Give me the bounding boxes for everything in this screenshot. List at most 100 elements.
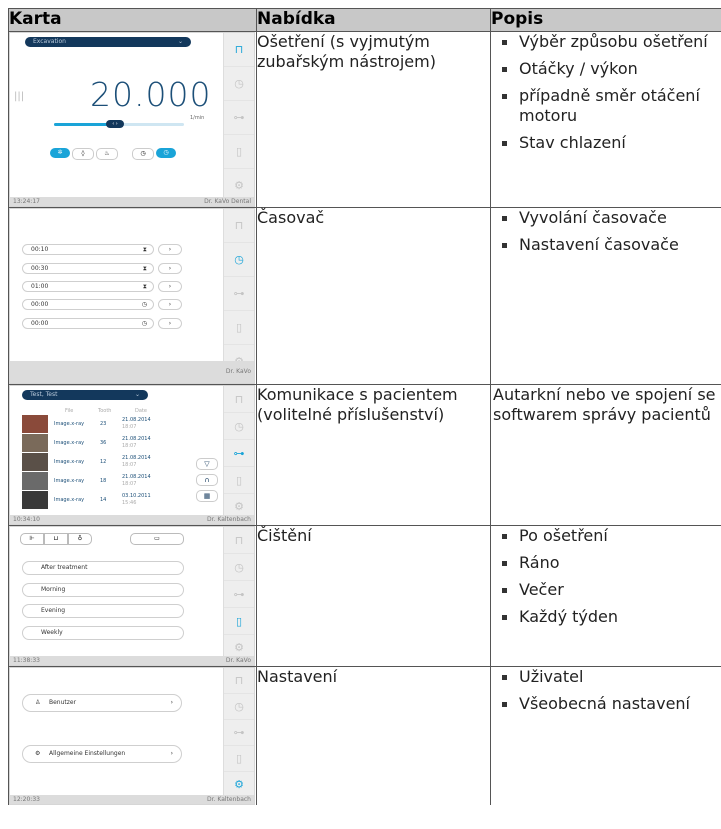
cleaning-program-item[interactable]: Morning (22, 583, 184, 597)
filter-button[interactable]: ▽ (196, 458, 218, 470)
file-row[interactable]: Image.x-ray 18 21.08.2014 18:07 (22, 472, 172, 490)
users-button[interactable]: ♙ Benutzer › (22, 694, 182, 712)
grid-button[interactable]: ▦ (196, 490, 218, 502)
cup-button[interactable]: ⊔ (44, 533, 68, 545)
xray-thumbnail (22, 415, 48, 433)
speed-slider[interactable]: ‹ › (54, 120, 184, 128)
treatment-dropdown[interactable]: Excavation ⌄ (25, 37, 191, 47)
header-karta: Karta (8, 8, 257, 32)
file-date: 21.08.2014 (122, 455, 151, 461)
cleaning-screen: ⊩ ⊔ ♁ ▭ After treatment Morning Evening … (9, 526, 255, 666)
status-bar: 11:38:33 Dr. KaVo (10, 656, 254, 665)
key-icon[interactable]: ⊶ (224, 581, 254, 608)
cleaning-icon[interactable]: ▯ (224, 746, 254, 772)
table-row: ⊩ ⊔ ♁ ▭ After treatment Morning Evening … (8, 525, 721, 667)
desc-cell: Uživatel Všeobecná nastavení (490, 666, 721, 805)
xray-thumbnail (22, 453, 48, 471)
desc-item: Vyvolání časovače (502, 208, 721, 228)
coolant-button[interactable]: ✲ (50, 148, 70, 158)
timer-start-button[interactable]: › (158, 281, 182, 292)
cleaning-program-item[interactable]: Weekly (22, 626, 184, 640)
timer-entry[interactable]: 00:00 ◷ (22, 299, 154, 310)
status-bar: 12:20:33 Dr. Kaltenbach (10, 795, 254, 804)
chevron-down-icon: ⌄ (134, 391, 140, 398)
tooth-icon[interactable]: ⊓ (224, 209, 254, 243)
timer-start-button[interactable]: › (158, 299, 182, 310)
file-tooth: 36 (100, 440, 107, 446)
chevron-down-icon: ⌄ (177, 38, 183, 45)
cleaning-program-item[interactable]: Evening (22, 604, 184, 618)
spittoon-button[interactable]: ♁ (68, 533, 92, 545)
cleaning-icon[interactable]: ▯ (224, 608, 254, 635)
timer-entry[interactable]: 00:30 ⧗ (22, 263, 154, 274)
handpiece-button[interactable]: ⊩ (20, 533, 44, 545)
file-date: 21.08.2014 (122, 474, 151, 480)
key-icon[interactable]: ⊶ (224, 101, 254, 135)
drop-icon[interactable]: ◊ (72, 148, 94, 160)
tooth-icon[interactable]: ⊓ (224, 527, 254, 554)
slider-handle[interactable]: ‹ › (106, 120, 124, 128)
spray-icon[interactable]: ♨ (96, 148, 118, 160)
side-nav: ⊓ ◷ ⊶ ▯ ⚙ (223, 209, 254, 379)
headset-button[interactable]: ∩ (196, 474, 218, 486)
settings-screen: ♙ Benutzer › ⚙ Allgemeine Einstellungen … (9, 667, 255, 805)
file-row[interactable]: Image.x-ray 36 21.08.2014 18:07 (22, 434, 172, 452)
tooth-icon[interactable]: ⊓ (224, 668, 254, 694)
file-name: Image.x-ray (54, 478, 85, 484)
cleaning-icon[interactable]: ▯ (224, 135, 254, 169)
table-row: Test, Test ⌄ File Tooth Date Image.x-ray… (8, 384, 721, 526)
file-column-header: File (65, 408, 74, 414)
card-cell: 00:10 ⧗ › 00:30 ⧗ › 01:00 ⧗ › 00:00 ◷ › 00:0… (8, 207, 257, 385)
header-nabidka: Nabídka (256, 8, 491, 32)
file-tooth: 14 (100, 497, 107, 503)
desc-cell: Výběr způsobu ošetření Otáčky / výkon př… (490, 31, 721, 208)
general-settings-button[interactable]: ⚙ Allgemeine Einstellungen › (22, 745, 182, 763)
treatment-buttons: ✲ ◊ ♨ ◷ ◷ (50, 148, 176, 160)
key-icon[interactable]: ⊶ (224, 440, 254, 467)
desc-item: Otáčky / výkon (502, 59, 721, 79)
table-row: ♙ Benutzer › ⚙ Allgemeine Einstellungen … (8, 666, 721, 805)
side-nav: ⊓ ◷ ⊶ ▯ ⚙ (223, 386, 254, 520)
timer-icon[interactable]: ◷ (224, 243, 254, 277)
direction-right-button[interactable]: ◷ (156, 148, 176, 158)
hourglass-icon: ⧗ (142, 246, 147, 253)
desc-item: Výběr způsobu ošetření (502, 32, 721, 52)
gear-icon: ⚙ (35, 750, 41, 757)
file-row[interactable]: Image.x-ray 12 21.08.2014 18:07 (22, 453, 172, 471)
file-row[interactable]: Image.x-ray 14 03.10.2011 15:46 (22, 491, 172, 509)
direction-left-button[interactable]: ◷ (132, 148, 154, 160)
cleaning-tool-button[interactable]: ▭ (130, 533, 184, 545)
timer-icon[interactable]: ◷ (224, 67, 254, 101)
header-popis: Popis (490, 8, 721, 32)
file-row[interactable]: Image.x-ray 23 21.08.2014 18:07 (22, 415, 172, 433)
timer-icon[interactable]: ◷ (224, 554, 254, 581)
timer-start-button[interactable]: › (158, 318, 182, 329)
cleaning-program-item[interactable]: After treatment (22, 561, 184, 575)
cleaning-mode-buttons: ⊩ ⊔ ♁ (20, 533, 92, 545)
chevron-right-icon: › (170, 750, 173, 757)
tooth-column-header: Tooth (98, 408, 112, 414)
timer-entry[interactable]: 00:00 ◷ (22, 318, 154, 329)
timer-icon[interactable]: ◷ (224, 413, 254, 440)
file-name: Image.x-ray (54, 497, 85, 503)
cleaning-icon[interactable]: ▯ (224, 311, 254, 345)
hourglass-icon: ⧗ (142, 265, 147, 272)
xray-thumbnail (22, 472, 48, 490)
card-cell: Test, Test ⌄ File Tooth Date Image.x-ray… (8, 384, 257, 526)
patient-dropdown[interactable]: Test, Test ⌄ (22, 390, 148, 400)
chevron-right-icon: › (170, 699, 173, 706)
timer-start-button[interactable]: › (158, 263, 182, 274)
key-icon[interactable]: ⊶ (224, 720, 254, 746)
status-bar: Dr. KaVo (10, 361, 254, 383)
tooth-icon[interactable]: ⊓ (224, 33, 254, 67)
cleaning-icon[interactable]: ▯ (224, 467, 254, 494)
timer-entry[interactable]: 00:10 ⧗ (22, 244, 154, 255)
timer-icon[interactable]: ◷ (224, 694, 254, 720)
key-icon[interactable]: ⊶ (224, 277, 254, 311)
instruction-table: Karta Nabídka Popis Excavation ⌄ ||| 20.… (8, 8, 721, 805)
file-time: 18:07 (122, 443, 137, 449)
timer-start-button[interactable]: › (158, 244, 182, 255)
drag-handle-icon[interactable]: ||| (14, 91, 24, 102)
tooth-icon[interactable]: ⊓ (224, 386, 254, 413)
timer-entry[interactable]: 01:00 ⧗ (22, 281, 154, 292)
